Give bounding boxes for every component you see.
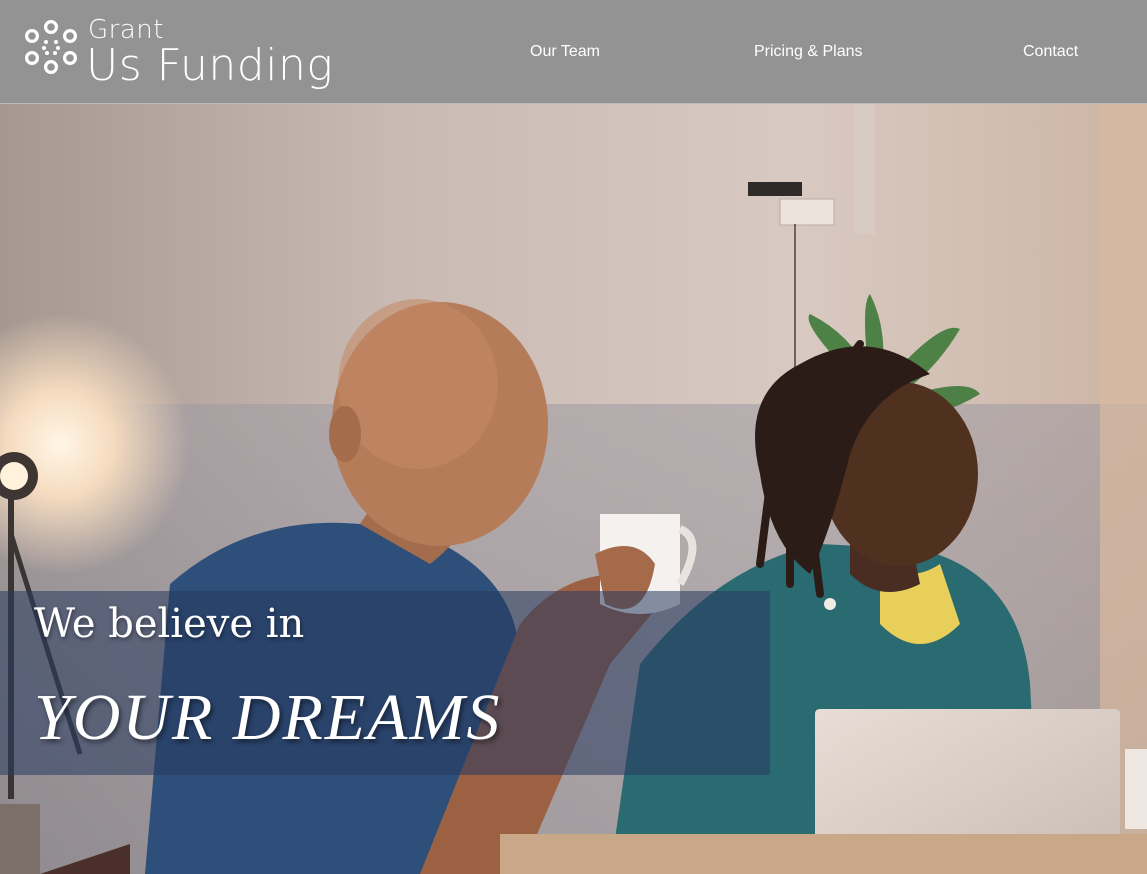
hero-headline-line1: We believe in (34, 601, 305, 647)
site-header: Grant Us Funding Our Team Pricing & Plan… (0, 0, 1147, 104)
nav-link-contact[interactable]: Contact (1023, 43, 1078, 61)
hero-headline-line2: YOUR DREAMS (34, 681, 502, 754)
logo-text-line2: Us Funding (86, 40, 334, 91)
logo-link[interactable]: Grant Us Funding (24, 16, 384, 92)
nav-link-pricing-plans[interactable]: Pricing & Plans (754, 43, 863, 61)
dots-circle-logo-icon (24, 20, 77, 74)
nav-link-our-team[interactable]: Our Team (530, 43, 600, 61)
